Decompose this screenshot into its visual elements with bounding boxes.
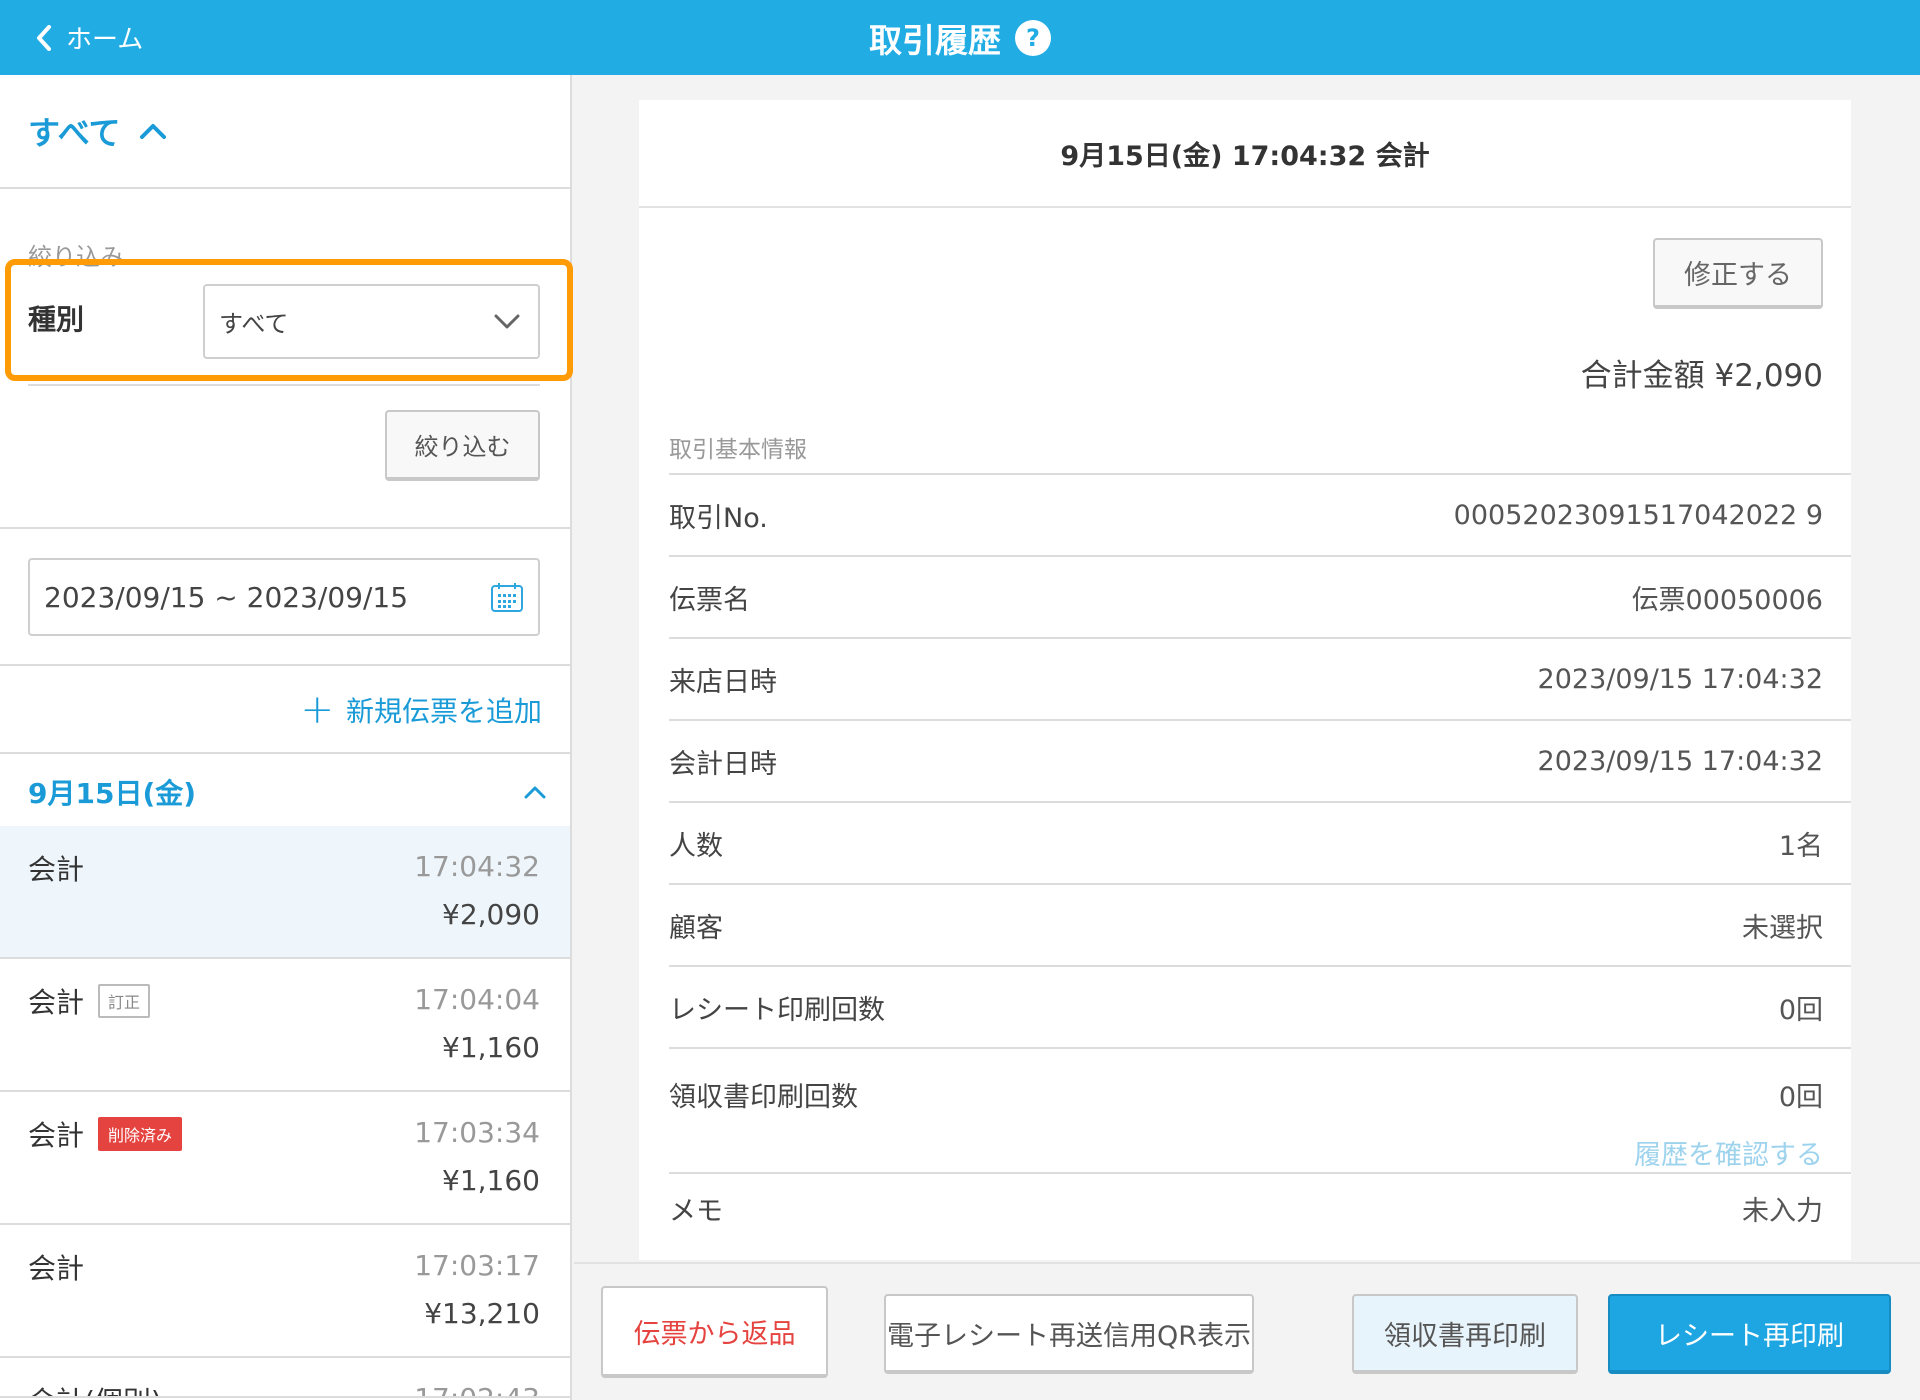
transaction-time: 17:04:32	[414, 850, 540, 883]
transaction-row[interactable]: 会計 17:04:32 ¥2,090	[0, 826, 570, 959]
transaction-name-wrap: 会計 訂正	[28, 981, 151, 1021]
chevron-left-icon	[37, 24, 51, 51]
transaction-time: 17:02:43	[414, 1382, 540, 1396]
total-amount: 合計金額 ¥2,090	[1580, 358, 1823, 394]
detail-row-receipt: 領収書印刷回数 0回 履歴を確認する	[669, 1047, 1851, 1172]
filter-button[interactable]: 絞り込む	[385, 410, 540, 481]
transaction-amount: ¥1,160	[442, 1031, 540, 1064]
bottom-action-bar: 伝票から返品 電子レシート再送信用QR表示 領収書再印刷 レシート再印刷	[574, 1262, 1920, 1400]
reprint-button[interactable]: レシート再印刷	[1608, 1294, 1891, 1374]
add-slip-button[interactable]: + 新規伝票を追加	[300, 690, 542, 730]
type-label: 種別	[28, 303, 85, 336]
row-value: 伝票00050006	[1631, 584, 1823, 616]
transaction-amount: ¥1,160	[442, 1164, 540, 1197]
chevron-up-icon	[524, 786, 546, 798]
row-label: 取引No.	[669, 502, 768, 534]
return-from-slip-button[interactable]: 伝票から返品	[601, 1286, 828, 1378]
transaction-name: 会計(個別)	[28, 1380, 162, 1396]
detail-row-memo: メモ 未入力	[669, 1172, 1851, 1242]
transaction-name: 会計	[28, 1119, 85, 1152]
row-label: 来店日時	[669, 666, 777, 698]
title-wrap: 取引履歴 ?	[869, 14, 1051, 62]
row-value: 2023/09/15 17:04:32	[1537, 663, 1823, 695]
history-link[interactable]: 履歴を確認する	[1634, 1133, 1823, 1172]
detail-row: レシート印刷回数 0回	[669, 965, 1851, 1047]
qr-resend-button[interactable]: 電子レシート再送信用QR表示	[884, 1294, 1254, 1374]
transaction-row[interactable]: 会計 訂正 17:04:04 ¥1,160	[0, 959, 570, 1092]
row-value: 未入力	[1742, 1195, 1823, 1227]
detail-card: 9月15日(金) 17:04:32 会計 修正する 合計金額 ¥2,090 取引…	[639, 100, 1851, 1260]
row-value: 1名	[1778, 830, 1823, 862]
row-label: メモ	[669, 1195, 723, 1227]
deleted-badge: 削除済み	[98, 1117, 183, 1151]
transaction-row[interactable]: 会計 17:03:17 ¥13,210	[0, 1225, 570, 1358]
row-value: 0回	[1778, 994, 1823, 1026]
transaction-name: 会計	[28, 853, 85, 886]
row-value: 00052023091517042022 9	[1453, 499, 1823, 531]
transaction-time: 17:03:34	[414, 1116, 540, 1149]
detail-row: 顧客 未選択	[669, 883, 1851, 965]
transaction-list: 会計 17:04:32 ¥2,090 会計 訂正 17:04:04 ¥1,160…	[0, 826, 570, 1398]
help-icon[interactable]: ?	[1015, 19, 1051, 56]
app-header: ホーム 取引履歴 ?	[0, 0, 1920, 75]
day-header-label: 9月15日(金)	[28, 776, 197, 810]
detail-row: 伝票名 伝票00050006	[669, 555, 1851, 637]
transaction-name: 会計	[28, 1252, 85, 1285]
edit-button[interactable]: 修正する	[1653, 238, 1823, 309]
transaction-amount: ¥13,210	[424, 1297, 540, 1330]
row-label: レシート印刷回数	[669, 994, 885, 1026]
plus-icon: +	[300, 687, 334, 733]
chevron-down-icon	[494, 314, 520, 328]
section-label: 取引基本情報	[669, 437, 807, 463]
filter-toggle-label: すべて	[28, 114, 121, 152]
detail-row: 人数 1名	[669, 801, 1851, 883]
transaction-name-wrap: 会計 削除済み	[28, 1114, 183, 1154]
detail-row: 来店日時 2023/09/15 17:04:32	[669, 637, 1851, 719]
row-label: 領収書印刷回数	[669, 1082, 858, 1113]
add-slip-label: 新規伝票を追加	[345, 695, 542, 728]
transaction-row[interactable]: 会計 削除済み 17:03:34 ¥1,160	[0, 1092, 570, 1225]
receipt-reprint-button[interactable]: 領収書再印刷	[1352, 1294, 1578, 1374]
type-select[interactable]: すべて	[203, 284, 540, 359]
row-value: 未選択	[1742, 912, 1823, 944]
detail-heading: 9月15日(金) 17:04:32 会計	[639, 100, 1851, 208]
day-header[interactable]: 9月15日(金)	[0, 754, 570, 831]
chevron-up-icon	[140, 124, 167, 139]
page-title: 取引履歴	[869, 20, 1001, 60]
transaction-row[interactable]: 会計(個別) 17:02:43	[0, 1358, 570, 1398]
date-range-value: 2023/09/15 ~ 2023/09/15	[44, 580, 409, 614]
transaction-time: 17:03:17	[414, 1249, 540, 1282]
date-range-input[interactable]: 2023/09/15 ~ 2023/09/15	[28, 558, 540, 636]
detail-rows: 取引No. 00052023091517042022 9 伝票名 伝票00050…	[669, 473, 1851, 1242]
row-value: 0回	[1778, 1082, 1823, 1113]
transaction-time: 17:04:04	[414, 983, 540, 1016]
row-label: 顧客	[669, 912, 723, 944]
transaction-name: 会計	[28, 986, 85, 1019]
divider	[28, 384, 540, 386]
detail-panel: 9月15日(金) 17:04:32 会計 修正する 合計金額 ¥2,090 取引…	[574, 75, 1920, 1400]
back-label: ホーム	[66, 25, 144, 55]
divider	[0, 664, 570, 666]
row-label: 伝票名	[669, 584, 750, 616]
transaction-amount: ¥2,090	[442, 898, 540, 931]
type-select-value: すべて	[219, 310, 289, 338]
row-value: 2023/09/15 17:04:32	[1537, 745, 1823, 777]
divider	[0, 527, 570, 529]
back-button[interactable]: ホーム	[36, 0, 143, 75]
detail-row: 取引No. 00052023091517042022 9	[669, 473, 1851, 555]
row-label: 人数	[669, 830, 723, 862]
detail-row: 会計日時 2023/09/15 17:04:32	[669, 719, 1851, 801]
filter-toggle[interactable]: すべて	[0, 75, 570, 189]
corrected-badge: 訂正	[98, 984, 151, 1018]
calendar-icon	[491, 583, 523, 612]
row-label: 会計日時	[669, 748, 777, 780]
